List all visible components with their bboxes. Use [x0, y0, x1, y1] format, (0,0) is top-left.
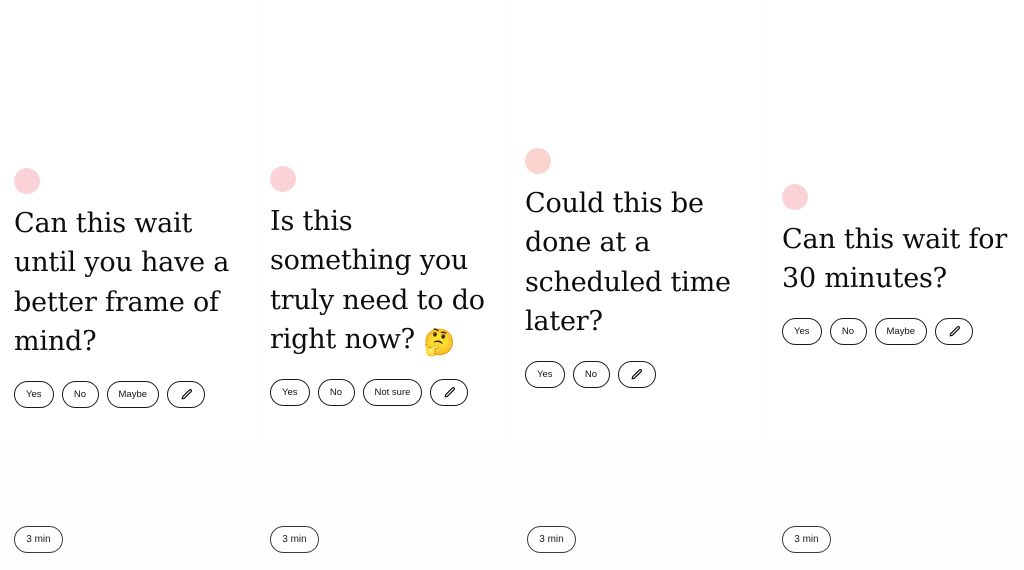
answer-option-maybe[interactable]: Maybe — [874, 318, 928, 346]
answer-option-not-sure[interactable]: Not sure — [362, 379, 423, 407]
answer-option-no[interactable]: No — [572, 361, 610, 389]
answer-option-no[interactable]: No — [317, 379, 355, 407]
answer-option-yes[interactable]: Yes — [14, 381, 54, 409]
answer-options: Yes No — [525, 361, 740, 389]
pencil-icon — [443, 386, 456, 399]
edit-button[interactable] — [935, 318, 974, 346]
question-text: Is this something you truly need to do r… — [270, 202, 502, 363]
question-text: Can this wait until you have a better fr… — [14, 204, 252, 365]
edit-button[interactable] — [167, 381, 206, 409]
answer-options: Yes No Not sure — [270, 379, 502, 407]
edit-button[interactable] — [617, 361, 656, 389]
question-emoji: 🤔 — [423, 328, 456, 359]
answer-option-yes[interactable]: Yes — [525, 361, 565, 389]
status-dot — [782, 184, 808, 210]
prompt-card: Can this wait for 30 minutes? Yes No May… — [782, 184, 1012, 346]
status-dot — [14, 168, 40, 194]
question-label: Can this wait until you have a better fr… — [14, 208, 230, 358]
answer-option-no[interactable]: No — [61, 381, 99, 409]
question-text: Could this be done at a scheduled time l… — [525, 184, 740, 345]
question-label: Could this be done at a scheduled time l… — [525, 188, 731, 338]
question-label: Can this wait for 30 minutes? — [782, 224, 1008, 295]
prompt-card: Could this be done at a scheduled time l… — [525, 148, 740, 389]
prompt-card: Is this something you truly need to do r… — [270, 166, 502, 407]
pencil-icon — [180, 388, 193, 401]
edit-button[interactable] — [430, 379, 469, 407]
duration-badge[interactable]: 3 min — [14, 526, 63, 553]
duration-badge[interactable]: 3 min — [782, 526, 831, 553]
answer-option-no[interactable]: No — [829, 318, 867, 346]
question-text: Can this wait for 30 minutes? — [782, 220, 1012, 302]
status-dot — [270, 166, 296, 192]
status-dot — [525, 148, 551, 174]
answer-option-yes[interactable]: Yes — [270, 379, 310, 407]
answer-options: Yes No Maybe — [14, 381, 252, 409]
answer-option-maybe[interactable]: Maybe — [106, 381, 160, 409]
duration-badge[interactable]: 3 min — [270, 526, 319, 553]
answer-option-yes[interactable]: Yes — [782, 318, 822, 346]
prompt-card-board: Can this wait until you have a better fr… — [0, 0, 1024, 570]
pencil-icon — [948, 325, 961, 338]
answer-options: Yes No Maybe — [782, 318, 1012, 346]
duration-badge[interactable]: 3 min — [527, 526, 576, 553]
prompt-card: Can this wait until you have a better fr… — [14, 168, 252, 409]
pencil-icon — [630, 368, 643, 381]
